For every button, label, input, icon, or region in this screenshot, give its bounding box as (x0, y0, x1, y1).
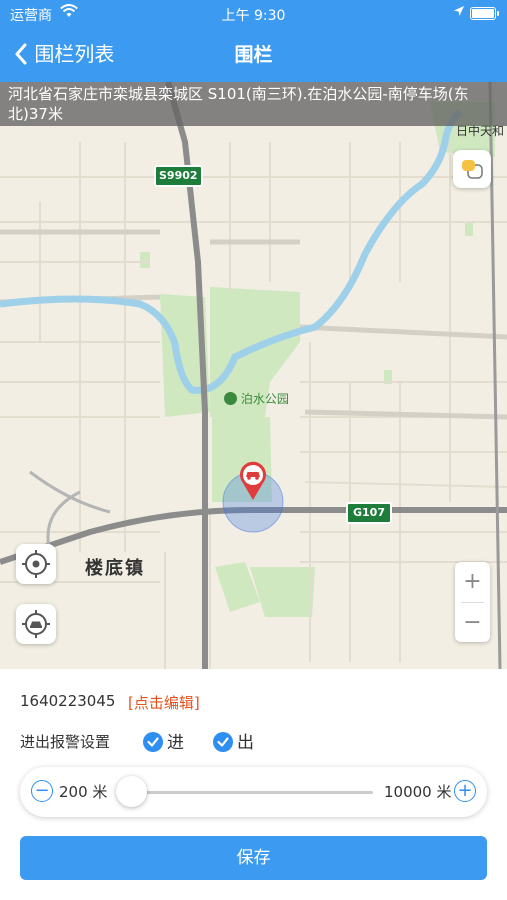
park-label: 泊水公园 (224, 390, 289, 407)
radius-increase-button[interactable]: + (454, 780, 476, 802)
map-layer-button[interactable] (453, 150, 491, 188)
status-bar: 运营商 上午 9:30 (0, 0, 507, 28)
zoom-in-button[interactable]: + (455, 562, 490, 602)
crosshair-icon (22, 550, 50, 578)
device-id: 1640223045 (20, 692, 116, 710)
radius-max-label: 10000 米 (384, 783, 452, 801)
locate-car-button[interactable] (16, 604, 56, 644)
address-banner: 河北省石家庄市栾城县栾城区 S101(南三环).在泊水公园-南停车场(东北)37… (0, 82, 507, 126)
plus-icon: + (457, 780, 473, 801)
check-in-checkbox[interactable]: 进 (143, 728, 184, 753)
minus-icon: − (34, 780, 50, 801)
status-time: 上午 9:30 (221, 8, 286, 24)
check-in-label: 进 (167, 733, 184, 753)
check-out-checkbox[interactable]: 出 (213, 728, 254, 753)
edit-link[interactable]: [点击编辑] (128, 692, 200, 713)
zoom-control: + − (455, 562, 490, 642)
road-shield-s9902: S9902 (154, 165, 203, 187)
map-canvas (0, 82, 507, 669)
check-icon (213, 732, 233, 752)
park-name: 泊水公园 (240, 392, 289, 406)
check-icon (143, 732, 163, 752)
town-label: 楼底镇 (85, 558, 145, 579)
slider-thumb[interactable] (115, 776, 147, 807)
slider-track[interactable] (130, 791, 373, 794)
map-view[interactable]: S9902 G107 泊水公园 楼底镇 日中天和 河北省石家庄市栾城县栾城区 S… (0, 82, 507, 669)
park-icon (224, 392, 237, 405)
radius-slider: − 200 米 10000 米 + (20, 767, 487, 817)
layers-icon (462, 160, 483, 179)
save-button[interactable]: 保存 (20, 836, 487, 880)
vehicle-marker[interactable] (239, 461, 267, 501)
battery-icon (470, 7, 499, 20)
locate-me-button[interactable] (16, 544, 56, 584)
radius-min-label: 200 米 (59, 783, 108, 801)
radius-decrease-button[interactable]: − (31, 780, 53, 802)
settings-panel: 1640223045 [点击编辑] 进出报警设置 进 出 − 200 米 100… (0, 669, 507, 900)
car-pin-icon (240, 461, 266, 500)
zoom-out-button[interactable]: − (455, 603, 490, 643)
alarm-setting-label: 进出报警设置 (20, 733, 111, 751)
road-shield-g107: G107 (346, 502, 392, 524)
page-title: 围栏 (234, 44, 273, 66)
header-bar: 运营商 上午 9:30 围栏列表 围栏 (0, 0, 507, 82)
check-out-label: 出 (237, 733, 254, 753)
car-target-icon (22, 610, 50, 638)
location-arrow-icon (453, 5, 465, 21)
